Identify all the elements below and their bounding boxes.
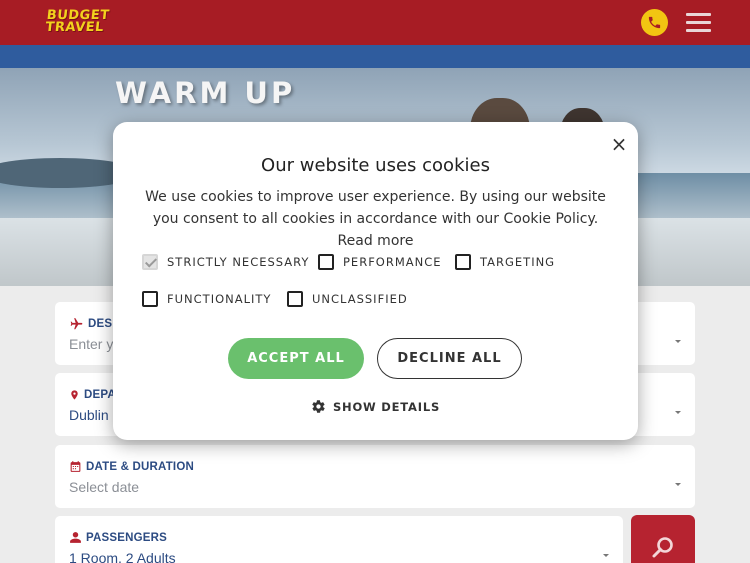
checkbox-label: STRICTLY NECESSARY	[167, 255, 310, 269]
checkbox-performance[interactable]: PERFORMANCE	[318, 254, 442, 270]
show-details-label: SHOW DETAILS	[332, 399, 441, 414]
read-more-link[interactable]: Read more	[338, 233, 414, 249]
show-details-button[interactable]: SHOW DETAILS	[113, 399, 638, 414]
checkbox-label: PERFORMANCE	[343, 255, 442, 269]
checkbox-unclassified[interactable]: UNCLASSIFIED	[287, 291, 408, 307]
checkbox-targeting[interactable]: TARGETING	[455, 254, 555, 270]
checkbox-box[interactable]	[287, 291, 303, 307]
checkbox-box[interactable]	[142, 291, 158, 307]
decline-all-button[interactable]: DECLINE ALL	[377, 338, 522, 379]
checkbox-label: UNCLASSIFIED	[312, 292, 408, 306]
cookie-dialog-title: Our website uses cookies	[261, 155, 490, 176]
cookie-consent-dialog: × Our website uses cookies We use cookie…	[113, 122, 638, 440]
checkbox-strictly-necessary[interactable]: STRICTLY NECESSARY	[142, 254, 309, 270]
checkbox-box[interactable]	[455, 254, 471, 270]
gear-icon	[312, 400, 325, 413]
checkbox-functionality[interactable]: FUNCTIONALITY	[142, 291, 271, 307]
checkbox-box[interactable]	[318, 254, 334, 270]
checkbox-label: TARGETING	[480, 255, 556, 269]
close-icon[interactable]: ×	[609, 134, 629, 154]
checkbox-box[interactable]	[142, 254, 158, 270]
checkbox-label: FUNCTIONALITY	[167, 292, 272, 306]
cookie-description-text: We use cookies to improve user experienc…	[145, 189, 606, 227]
cookie-dialog-description: We use cookies to improve user experienc…	[143, 186, 608, 252]
accept-all-button[interactable]: ACCEPT ALL	[228, 338, 364, 379]
